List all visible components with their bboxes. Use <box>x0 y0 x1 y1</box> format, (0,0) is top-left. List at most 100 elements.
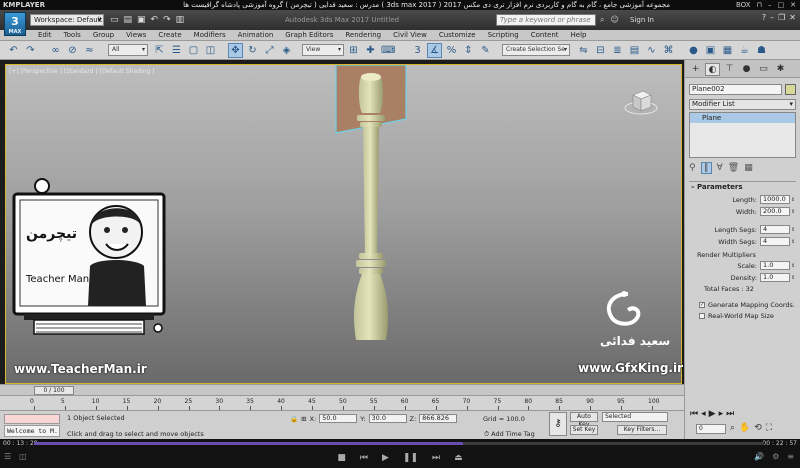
close-icon[interactable]: ✕ <box>790 0 796 10</box>
bind-space-warp-icon[interactable]: ≈ <box>82 43 97 58</box>
edit-named-selection-icon[interactable]: ✎ <box>478 43 493 58</box>
save-file-icon[interactable]: ▣ <box>137 14 146 26</box>
settings-icon[interactable]: ⚙ <box>772 452 779 461</box>
create-tab-icon[interactable]: + <box>688 63 703 76</box>
player-prev-icon[interactable]: ⏮ <box>360 451 368 465</box>
length-segs-spinner-icon[interactable]: ⇕ <box>791 227 796 233</box>
x-coordinate-field[interactable]: 50.0 <box>319 414 358 423</box>
mirror-icon[interactable]: ⇋ <box>576 43 591 58</box>
named-selection-set-dropdown[interactable]: Create Selection Se <box>502 44 570 56</box>
align-icon[interactable]: ⊟ <box>593 43 608 58</box>
menu-animation[interactable]: Animation <box>232 30 280 41</box>
real-world-checkbox[interactable] <box>699 313 705 319</box>
spinner-snap-icon[interactable]: ⇕ <box>461 43 476 58</box>
track-bar[interactable]: 0 5 10 15 20 25 30 35 40 45 50 55 60 65 70 75 80 85 90 95 10… <box>0 395 684 410</box>
add-time-tag[interactable]: ⏱ Add Time Tag <box>484 430 535 439</box>
current-frame-field[interactable]: 0 <box>696 424 726 434</box>
width-field[interactable]: 200.0 <box>760 207 790 216</box>
project-folder-icon[interactable]: ▥ <box>176 14 185 26</box>
window-close-icon[interactable]: ✕ <box>789 13 796 22</box>
modifier-stack[interactable]: Plane <box>689 112 796 158</box>
width-segs-spinner-icon[interactable]: ⇕ <box>791 239 796 245</box>
player-stop-icon[interactable]: ■ <box>337 451 346 465</box>
absolute-mode-icon[interactable]: ⊞ <box>301 415 306 423</box>
width-segs-field[interactable]: 4 <box>760 237 790 246</box>
modify-tab-icon[interactable]: ◐ <box>705 63 720 76</box>
render-iterative-icon[interactable]: ☗ <box>754 43 769 58</box>
scale-field[interactable]: 1.0 <box>760 261 790 270</box>
pivot-center-icon[interactable]: ⊞ <box>346 43 361 58</box>
parameters-rollout-title[interactable]: – Parameters <box>689 182 796 193</box>
volume-icon[interactable]: 🔊 <box>754 452 764 461</box>
max-application-button[interactable]: 3 MAX <box>4 12 26 36</box>
search-icon[interactable]: ⌕ <box>600 14 604 26</box>
key-filters-button[interactable]: Key Filters... <box>617 425 667 435</box>
viewport-label[interactable]: [+] [Perspective ] [Standard ] [Default … <box>9 68 154 75</box>
maxscript-listener-red[interactable] <box>4 414 60 424</box>
select-scale-icon[interactable]: ⤢ <box>262 43 277 58</box>
material-editor-icon[interactable]: ● <box>686 43 701 58</box>
placement-icon[interactable]: ◈ <box>279 43 294 58</box>
scene-explorer-icon[interactable]: ▤ <box>627 43 642 58</box>
menu-content[interactable]: Content <box>525 30 565 41</box>
set-keys-icon[interactable]: ⚷ <box>549 412 567 436</box>
menu-help[interactable]: Help <box>565 30 593 41</box>
rect-selection-icon[interactable]: ▢ <box>186 43 201 58</box>
time-slider-handle[interactable]: 0 / 100 <box>34 386 74 395</box>
undo-button-icon[interactable]: ↶ <box>6 43 21 58</box>
select-object-icon[interactable]: ⇱ <box>152 43 167 58</box>
menu-scripting[interactable]: Scripting <box>482 30 525 41</box>
keyboard-shortcut-icon[interactable]: ⌨ <box>380 43 395 58</box>
player-next-icon[interactable]: ⏭ <box>432 451 440 465</box>
gen-mapping-checkbox[interactable]: ✓ <box>699 302 705 308</box>
play-icon[interactable]: ▶ <box>709 409 716 419</box>
menu-icon[interactable]: ≡ <box>787 452 794 461</box>
density-spinner-icon[interactable]: ⇕ <box>791 275 796 281</box>
menu-customize[interactable]: Customize <box>433 30 482 41</box>
motion-tab-icon[interactable]: ● <box>739 63 754 76</box>
minimize-icon[interactable]: – <box>768 0 772 10</box>
pan-icon[interactable]: ✋ <box>739 423 750 433</box>
utilities-tab-icon[interactable]: ✱ <box>773 63 788 76</box>
hierarchy-tab-icon[interactable]: ⊤ <box>722 63 737 76</box>
user-icon[interactable]: ☺ <box>610 14 618 26</box>
redo-icon[interactable]: ↷ <box>163 14 171 26</box>
selection-filter-dropdown[interactable]: All <box>108 44 148 56</box>
go-to-start-icon[interactable]: ⏮ <box>690 409 698 419</box>
lock-icon[interactable]: 🔒 <box>290 415 298 423</box>
reference-coordinate-dropdown[interactable]: View <box>302 44 344 56</box>
menu-civil-view[interactable]: Civil View <box>387 30 433 41</box>
undo-icon[interactable]: ↶ <box>151 14 159 26</box>
window-minimize-icon[interactable]: – <box>770 13 774 22</box>
maximize-viewport-icon[interactable]: ⛶ <box>766 423 772 433</box>
object-name-field[interactable]: Plane002 <box>689 84 782 95</box>
go-to-end-icon[interactable]: ⏭ <box>726 409 734 419</box>
open-file-icon[interactable]: ▤ <box>124 14 133 26</box>
box-label[interactable]: BOX <box>736 0 751 10</box>
menu-tools[interactable]: Tools <box>58 30 87 41</box>
schematic-view-icon[interactable]: ⌘ <box>661 43 676 58</box>
menu-graph-editors[interactable]: Graph Editors <box>279 30 339 41</box>
layer-manager-icon[interactable]: ≣ <box>610 43 625 58</box>
angle-snap-icon[interactable]: ∡ <box>427 43 442 58</box>
snaps-toggle-icon[interactable]: 3 <box>410 43 425 58</box>
set-key-button[interactable]: Set Key <box>570 425 598 435</box>
menu-group[interactable]: Group <box>87 30 120 41</box>
rendered-frame-window-icon[interactable]: ▦ <box>720 43 735 58</box>
menu-rendering[interactable]: Rendering <box>339 30 387 41</box>
density-field[interactable]: 1.0 <box>760 273 790 282</box>
auto-key-button[interactable]: Auto Key <box>570 412 598 428</box>
length-spinner-icon[interactable]: ⇕ <box>791 197 796 203</box>
select-move-icon[interactable]: ✥ <box>228 43 243 58</box>
player-play-icon[interactable]: ▶ <box>382 451 389 465</box>
percent-snap-icon[interactable]: % <box>444 43 459 58</box>
orbit-icon[interactable]: ⟲ <box>754 423 762 433</box>
scale-spinner-icon[interactable]: ⇕ <box>791 263 796 269</box>
menu-modifiers[interactable]: Modifiers <box>188 30 232 41</box>
window-restore-icon[interactable]: ❐ <box>778 13 785 22</box>
length-field[interactable]: 1000.0 <box>760 195 790 204</box>
display-tab-icon[interactable]: ▭ <box>756 63 771 76</box>
playback-progress[interactable] <box>34 442 764 445</box>
menu-views[interactable]: Views <box>120 30 152 41</box>
next-frame-icon[interactable]: ▸ <box>719 409 724 419</box>
